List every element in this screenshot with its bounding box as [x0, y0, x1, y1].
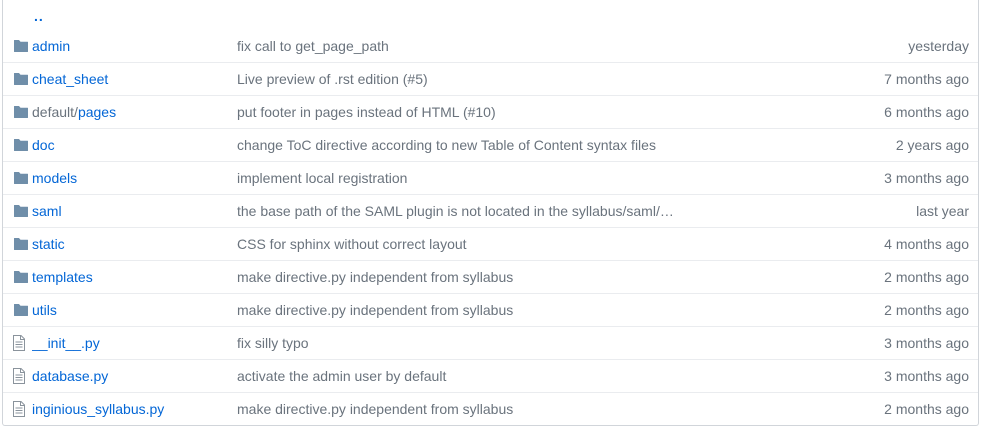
- file-icon: [3, 335, 32, 351]
- folder-icon: [3, 105, 32, 119]
- folder-icon: [3, 204, 32, 218]
- file-table: .. admin fix call to get_page_path yesterd…: [2, 0, 979, 426]
- content-name: templates: [32, 269, 237, 285]
- commit-age: yesterday: [908, 38, 969, 54]
- commit-age: 6 months ago: [884, 104, 969, 120]
- file-icon: [3, 368, 32, 384]
- commit-age: 2 months ago: [884, 302, 969, 318]
- directory-link[interactable]: utils: [32, 302, 57, 318]
- folder-icon: [3, 138, 32, 152]
- commit-message: implement local registration: [237, 170, 848, 186]
- commit-message-link[interactable]: activate the admin user by default: [237, 368, 446, 384]
- parent-directory-row[interactable]: ..: [3, 0, 978, 30]
- commit-age: 3 months ago: [884, 170, 969, 186]
- directory-row[interactable]: saml the base path of the SAML plugin is …: [3, 194, 978, 227]
- path-prefix: default/: [32, 104, 78, 120]
- commit-message: fix silly typo: [237, 335, 848, 351]
- commit-message-link[interactable]: put footer in pages instead of HTML (#10…: [237, 104, 496, 120]
- commit-message: fix call to get_page_path: [237, 38, 848, 54]
- commit-age: 3 months ago: [884, 335, 969, 351]
- directory-row[interactable]: admin fix call to get_page_path yesterday: [3, 30, 978, 62]
- directory-row[interactable]: static CSS for sphinx without correct lay…: [3, 227, 978, 260]
- folder-icon: [3, 303, 32, 317]
- folder-icon: [3, 171, 32, 185]
- directory-row[interactable]: doc change ToC directive according to new…: [3, 128, 978, 161]
- directory-link[interactable]: static: [32, 236, 65, 252]
- directory-link[interactable]: cheat_sheet: [32, 71, 108, 87]
- commit-message-link[interactable]: fix silly typo: [237, 335, 309, 351]
- directory-row[interactable]: default/pages put footer in pages instead…: [3, 95, 978, 128]
- commit-message-link[interactable]: fix call to get_page_path: [237, 38, 389, 54]
- folder-icon: [3, 237, 32, 251]
- content-name: models: [32, 170, 237, 186]
- content-name: database.py: [32, 368, 237, 384]
- commit-message-link[interactable]: Live preview of .rst edition (#5): [237, 71, 428, 87]
- commit-message: put footer in pages instead of HTML (#10…: [237, 104, 848, 120]
- directory-link[interactable]: pages: [78, 104, 116, 120]
- commit-message-link[interactable]: implement local registration: [237, 170, 407, 186]
- content-name: utils: [32, 302, 237, 318]
- file-link[interactable]: inginious_syllabus.py: [32, 401, 164, 417]
- file-link[interactable]: __init__.py: [32, 335, 100, 351]
- directory-link[interactable]: saml: [32, 203, 62, 219]
- commit-age: 2 months ago: [884, 401, 969, 417]
- file-list: admin fix call to get_page_path yesterday …: [3, 30, 978, 425]
- commit-age: 2 years ago: [895, 137, 969, 153]
- commit-message-link[interactable]: change ToC directive according to new Ta…: [237, 137, 656, 153]
- parent-directory-link[interactable]: ..: [3, 9, 44, 23]
- content-name: cheat_sheet: [32, 71, 237, 87]
- directory-row[interactable]: utils make directive.py independent from …: [3, 293, 978, 326]
- commit-message: CSS for sphinx without correct layout: [237, 236, 848, 252]
- commit-message: change ToC directive according to new Ta…: [237, 137, 848, 153]
- folder-icon: [3, 270, 32, 284]
- file-row[interactable]: __init__.py fix silly typo 3 months ago: [3, 326, 978, 359]
- content-name: default/pages: [32, 104, 237, 120]
- commit-age: 4 months ago: [884, 236, 969, 252]
- content-name: saml: [32, 203, 237, 219]
- commit-message-link[interactable]: make directive.py independent from sylla…: [237, 302, 513, 318]
- commit-age: 7 months ago: [884, 71, 969, 87]
- commit-message-link[interactable]: CSS for sphinx without correct layout: [237, 236, 467, 252]
- commit-age: 2 months ago: [884, 269, 969, 285]
- commit-message-link[interactable]: make directive.py independent from sylla…: [237, 269, 513, 285]
- content-name: doc: [32, 137, 237, 153]
- directory-row[interactable]: models implement local registration 3 mont…: [3, 161, 978, 194]
- content-name: static: [32, 236, 237, 252]
- content-name: admin: [32, 38, 237, 54]
- commit-message: activate the admin user by default: [237, 368, 848, 384]
- directory-link[interactable]: doc: [32, 137, 55, 153]
- commit-message: Live preview of .rst edition (#5): [237, 71, 848, 87]
- commit-message: the base path of the SAML plugin is not …: [237, 203, 848, 219]
- content-name: __init__.py: [32, 335, 237, 351]
- file-link[interactable]: database.py: [32, 368, 108, 384]
- commit-message-link[interactable]: the base path of the SAML plugin is not …: [237, 203, 674, 219]
- file-row[interactable]: database.py activate the admin user by de…: [3, 359, 978, 392]
- commit-message: make directive.py independent from sylla…: [237, 401, 848, 417]
- content-name: inginious_syllabus.py: [32, 401, 237, 417]
- commit-message-link[interactable]: make directive.py independent from sylla…: [237, 401, 513, 417]
- directory-link[interactable]: models: [32, 170, 77, 186]
- folder-icon: [3, 72, 32, 86]
- commit-message: make directive.py independent from sylla…: [237, 302, 848, 318]
- commit-message: make directive.py independent from sylla…: [237, 269, 848, 285]
- directory-link[interactable]: templates: [32, 269, 93, 285]
- directory-row[interactable]: cheat_sheet Live preview of .rst edition …: [3, 62, 978, 95]
- file-row[interactable]: inginious_syllabus.py make directive.py i…: [3, 392, 978, 425]
- directory-row[interactable]: templates make directive.py independent f…: [3, 260, 978, 293]
- commit-age: 3 months ago: [884, 368, 969, 384]
- file-icon: [3, 401, 32, 417]
- commit-age: last year: [916, 203, 969, 219]
- folder-icon: [3, 39, 32, 53]
- directory-link[interactable]: admin: [32, 38, 70, 54]
